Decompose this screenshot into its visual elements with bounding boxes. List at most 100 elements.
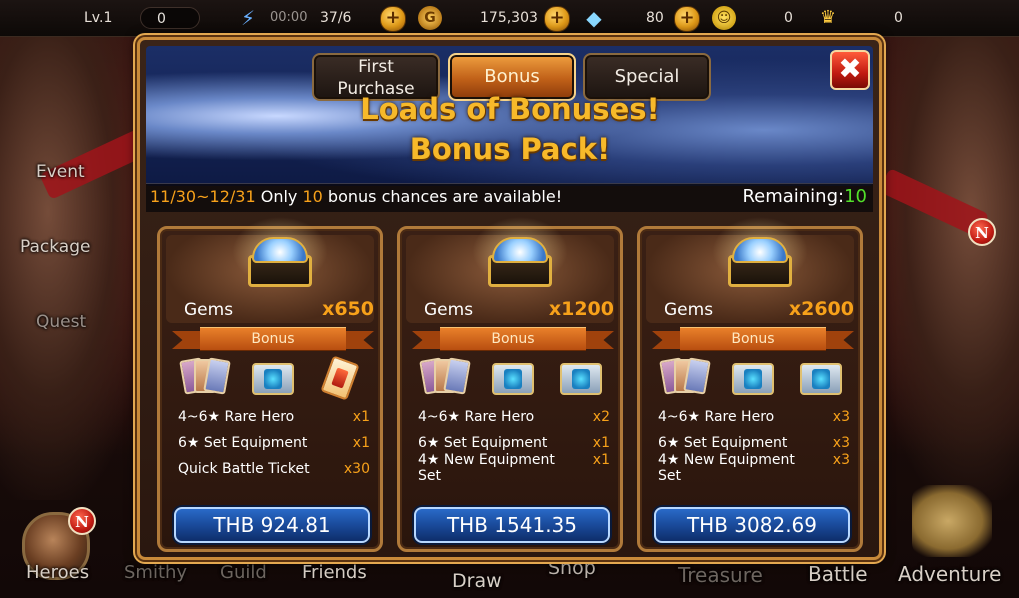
top-resource-bar: Lv.1 0 ⚡ 00:00 37/6 + G 175,303 + ◆ 80 +… bbox=[0, 0, 1019, 37]
reward-name: 4★ New Equipment Set bbox=[658, 452, 795, 484]
honor-count: 0 bbox=[894, 10, 903, 26]
equipment-box-icon bbox=[794, 355, 848, 401]
gem-count: x1200 bbox=[548, 298, 614, 320]
gem-row: Gems x650 bbox=[184, 298, 374, 326]
bonus-ribbon: Bonus bbox=[172, 327, 374, 351]
level-label: Lv.1 bbox=[84, 10, 113, 26]
equipment-box-icon bbox=[246, 355, 300, 401]
reward-line: Quick Battle Ticket x30 bbox=[178, 459, 370, 485]
reward-qty: x30 bbox=[343, 461, 370, 477]
availability-chances: 10 bbox=[302, 187, 323, 206]
nav-treasure[interactable]: Treasure bbox=[678, 563, 763, 587]
close-icon: ✖ bbox=[838, 52, 862, 85]
gem-count: x2600 bbox=[788, 298, 854, 320]
reward-list: 4~6★ Rare Hero x3 6★ Set Equipment x3 4★ N… bbox=[658, 407, 850, 488]
adventure-map-icon[interactable] bbox=[912, 485, 992, 557]
reward-qty: x3 bbox=[832, 435, 850, 451]
angel-statue-right bbox=[869, 20, 1019, 500]
gold-count: 175,303 bbox=[480, 10, 538, 26]
pack-card-2600: Gems x2600 Bonus 4~6★ Rare Hero x3 6★ Set… bbox=[637, 211, 863, 552]
reward-line: 4★ New Equipment Set x3 bbox=[658, 450, 850, 488]
add-gold-button[interactable]: + bbox=[544, 6, 570, 32]
reward-qty: x1 bbox=[352, 435, 370, 451]
nav-draw[interactable]: Draw bbox=[452, 570, 502, 592]
reward-name: 4~6★ Rare Hero bbox=[418, 409, 535, 425]
reward-name: 4★ New Equipment Set bbox=[418, 452, 555, 484]
reward-name: 6★ Set Equipment bbox=[418, 435, 548, 451]
reward-icons bbox=[172, 355, 374, 401]
add-stamina-button[interactable]: + bbox=[380, 6, 406, 32]
gem-count: x650 bbox=[322, 298, 374, 320]
nav-friends[interactable]: Friends bbox=[302, 562, 367, 583]
gem-row: Gems x1200 bbox=[424, 298, 614, 326]
close-button[interactable]: ✖ bbox=[830, 50, 870, 90]
bonus-ribbon-label: Bonus bbox=[440, 327, 586, 351]
package-menu-label[interactable]: Package bbox=[20, 237, 90, 257]
pack-header: Gems x2600 bbox=[646, 211, 854, 323]
reward-qty: x1 bbox=[592, 435, 610, 451]
availability-only: Only bbox=[260, 187, 298, 206]
reward-list: 4~6★ Rare Hero x1 6★ Set Equipment x1 Quic… bbox=[178, 407, 370, 485]
reward-line: 6★ Set Equipment x1 bbox=[178, 433, 370, 459]
reward-qty: x1 bbox=[592, 452, 610, 468]
gem-chest-icon bbox=[464, 211, 576, 291]
headline-line2: Bonus Pack! bbox=[409, 132, 611, 166]
battle-ticket-icon bbox=[314, 355, 368, 401]
friendship-count: 0 bbox=[784, 10, 793, 26]
nav-shop[interactable]: Shop bbox=[548, 557, 596, 579]
friendship-smiley-icon: ☺ bbox=[712, 6, 736, 30]
reward-name: Quick Battle Ticket bbox=[178, 461, 310, 477]
gold-coin-icon: G bbox=[418, 6, 442, 30]
event-menu-label[interactable]: Event bbox=[36, 162, 85, 182]
reward-line: 4~6★ Rare Hero x3 bbox=[658, 407, 850, 433]
availability-rest: bonus chances are available! bbox=[327, 187, 563, 206]
remaining-label: Remaining: bbox=[742, 186, 845, 207]
gem-diamond-icon: ◆ bbox=[586, 6, 602, 30]
nav-battle[interactable]: Battle bbox=[808, 562, 868, 586]
reward-icons bbox=[652, 355, 854, 401]
player-name-value: 0 bbox=[157, 11, 166, 27]
buy-button-2600[interactable]: THB 3082.69 bbox=[654, 507, 850, 543]
remaining-counter: Remaining:10 bbox=[742, 186, 867, 207]
gem-chest-icon bbox=[704, 211, 816, 291]
buy-button-1200[interactable]: THB 1541.35 bbox=[414, 507, 610, 543]
nav-guild[interactable]: Guild bbox=[220, 562, 267, 583]
add-gems-button[interactable]: + bbox=[674, 6, 700, 32]
reward-qty: x1 bbox=[352, 409, 370, 425]
equipment-box-icon bbox=[554, 355, 608, 401]
quest-menu-label[interactable]: Quest bbox=[36, 312, 86, 332]
nav-adventure[interactable]: Adventure bbox=[898, 562, 1001, 586]
reward-icons bbox=[412, 355, 614, 401]
bonus-ribbon-label: Bonus bbox=[680, 327, 826, 351]
gem-label: Gems bbox=[664, 300, 714, 320]
pack-card-1200: Gems x1200 Bonus 4~6★ Rare Hero x2 6★ Set… bbox=[397, 211, 623, 552]
heroes-new-badge-icon: N bbox=[68, 507, 96, 535]
equipment-box-icon bbox=[486, 355, 540, 401]
reward-line: 4★ New Equipment Set x1 bbox=[418, 450, 610, 488]
headline-line1: Loads of Bonuses! bbox=[360, 92, 660, 126]
stamina-bolt-icon: ⚡ bbox=[240, 6, 256, 30]
pack-header: Gems x650 bbox=[166, 211, 374, 326]
bonus-ribbon: Bonus bbox=[412, 327, 614, 351]
gem-label: Gems bbox=[184, 300, 234, 320]
reward-name: 6★ Set Equipment bbox=[658, 435, 788, 451]
angel-statue-left bbox=[0, 20, 150, 500]
honor-crown-icon: ♛ bbox=[819, 7, 837, 28]
gem-label: Gems bbox=[424, 300, 474, 320]
player-name-box[interactable]: 0 bbox=[140, 7, 200, 29]
buy-button-650[interactable]: THB 924.81 bbox=[174, 507, 370, 543]
availability-dates: 11/30~12/31 bbox=[150, 187, 256, 206]
hero-cards-icon bbox=[658, 355, 712, 401]
nav-smithy[interactable]: Smithy bbox=[124, 562, 187, 583]
reward-list: 4~6★ Rare Hero x2 6★ Set Equipment x1 4★ N… bbox=[418, 407, 610, 488]
bonus-ribbon: Bonus bbox=[652, 327, 854, 351]
stamina-timer: 00:00 bbox=[270, 10, 308, 25]
gem-count: 80 bbox=[646, 10, 664, 26]
nav-heroes[interactable]: Heroes bbox=[26, 562, 89, 583]
reward-qty: x3 bbox=[832, 409, 850, 425]
bonus-ribbon-label: Bonus bbox=[200, 327, 346, 351]
reward-qty: x3 bbox=[832, 452, 850, 468]
reward-qty: x2 bbox=[592, 409, 610, 425]
remaining-value: 10 bbox=[844, 186, 867, 207]
new-badge-icon: N bbox=[968, 218, 996, 246]
